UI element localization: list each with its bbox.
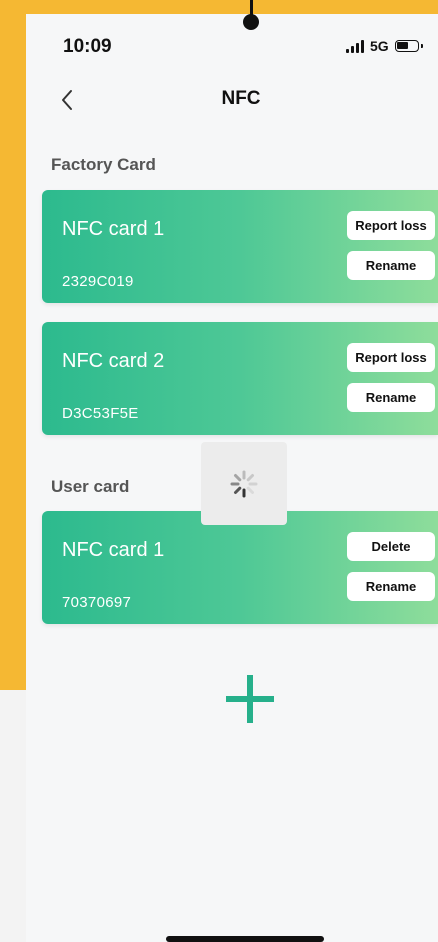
report-loss-button[interactable]: Report loss [347, 211, 435, 240]
signal-icon [346, 39, 364, 53]
delete-button[interactable]: Delete [347, 532, 435, 561]
plus-icon[interactable] [221, 670, 279, 728]
card-name: NFC card 1 [62, 218, 165, 240]
pin-dot [243, 14, 259, 30]
report-loss-button[interactable]: Report loss [347, 343, 435, 372]
card-name: NFC card 2 [62, 350, 165, 372]
network-type: 5G [370, 38, 389, 54]
section-label-user: User card [51, 477, 130, 496]
loading-spinner [201, 442, 287, 525]
battery-icon [394, 40, 423, 52]
spinner-icon [230, 470, 258, 497]
card-id: D3C53F5E [62, 405, 139, 422]
nfc-card[interactable]: NFC card 1 70370697 Delete Rename [42, 511, 438, 624]
rename-button[interactable]: Rename [347, 383, 435, 412]
status-time: 10:09 [63, 36, 112, 57]
card-id: 70370697 [62, 594, 132, 611]
page-title: NFC [221, 88, 261, 109]
nfc-card[interactable]: NFC card 1 2329C019 Report loss Rename [42, 190, 438, 303]
section-label-factory: Factory Card [51, 155, 156, 174]
card-id: 2329C019 [62, 273, 134, 290]
rename-button[interactable]: Rename [347, 572, 435, 601]
rename-button[interactable]: Rename [347, 251, 435, 280]
card-name: NFC card 1 [62, 539, 165, 561]
status-indicators: 5G [346, 38, 423, 54]
home-indicator [166, 936, 324, 942]
nfc-card[interactable]: NFC card 2 D3C53F5E Report loss Rename [42, 322, 438, 435]
